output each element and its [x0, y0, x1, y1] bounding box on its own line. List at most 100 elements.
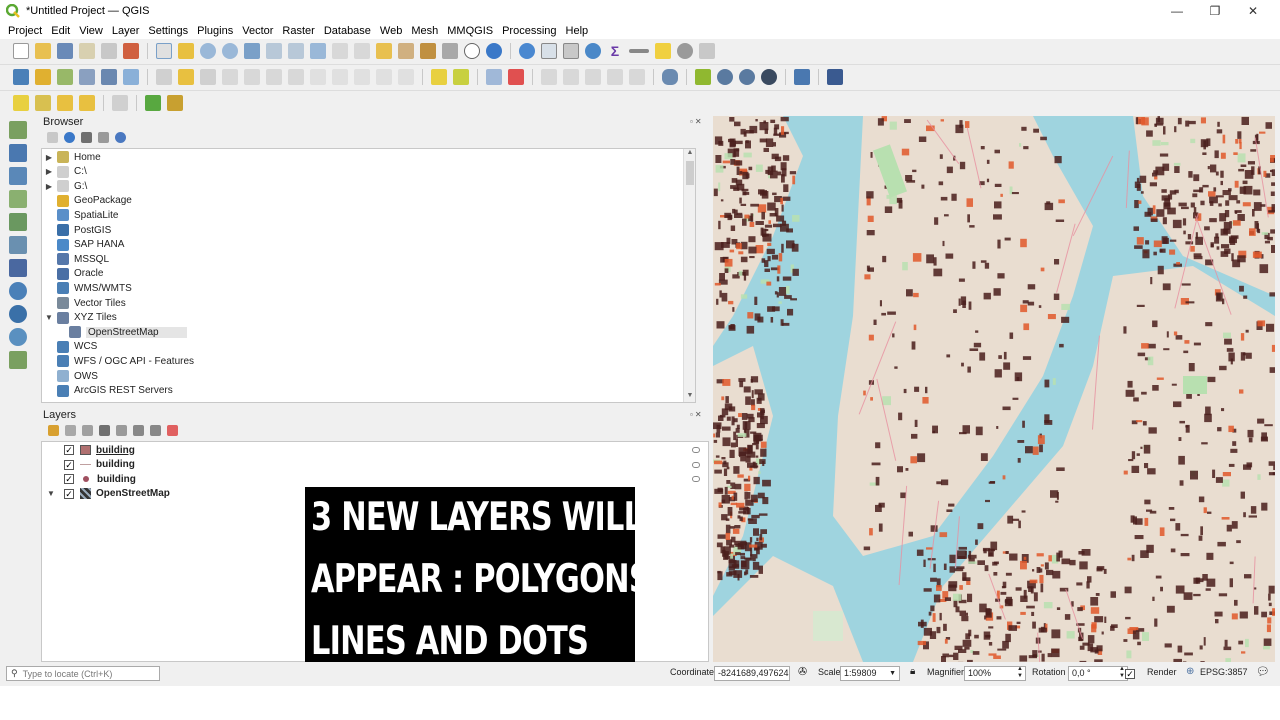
pin-labels-icon[interactable]	[541, 69, 557, 85]
collapsed-arrow-icon[interactable]: ▶	[44, 182, 54, 191]
add-postgis-icon[interactable]	[9, 259, 27, 277]
browser-item[interactable]: GeoPackage	[44, 194, 132, 208]
menu-layer[interactable]: Layer	[112, 25, 140, 37]
layer-indicator-icon[interactable]	[692, 461, 700, 468]
grass-triangle-icon[interactable]	[695, 69, 711, 85]
menu-mesh[interactable]: Mesh	[411, 25, 438, 37]
maximize-button[interactable]: ❐	[1196, 0, 1234, 22]
layers-dock-buttons[interactable]: ▫✕	[690, 410, 704, 419]
vertex-tool-icon[interactable]	[244, 69, 260, 85]
browser-item[interactable]: SpatiaLite	[44, 208, 118, 222]
add-delimited-text-icon[interactable]	[9, 190, 27, 208]
pan-hand-icon[interactable]	[156, 43, 172, 59]
menu-edit[interactable]: Edit	[51, 25, 70, 37]
browser-item[interactable]: OpenStreetMap	[56, 325, 187, 339]
locator-search-icon[interactable]	[145, 94, 161, 111]
highlight-label-icon[interactable]	[508, 69, 524, 85]
quickmapservices-icon[interactable]	[761, 69, 777, 85]
menu-plugins[interactable]: Plugins	[197, 25, 233, 37]
collapse-all-icon[interactable]	[98, 132, 109, 143]
browser-tree[interactable]: ▲ ▼ ▶ Home ▶ C:\ ▶ G:\ GeoPackage SpatiaLite Post…	[41, 148, 696, 403]
map-tips-icon[interactable]	[655, 43, 671, 59]
identify-features-icon[interactable]	[519, 43, 535, 59]
open-layer-styling-icon[interactable]	[48, 425, 59, 436]
temporal-controller-icon[interactable]	[464, 43, 480, 59]
style-manager-icon[interactable]	[123, 43, 139, 59]
add-spatialite-icon[interactable]	[9, 236, 27, 254]
add-wcs-icon[interactable]	[9, 305, 27, 323]
new-scratch-layer-icon[interactable]	[101, 69, 117, 85]
zoom-to-layer-icon[interactable]	[288, 43, 304, 59]
text-annotation-icon[interactable]	[699, 43, 715, 59]
browser-item[interactable]: WFS / OGC API - Features	[44, 354, 194, 368]
scale-combobox[interactable]: 1:59809 ▼	[840, 666, 900, 681]
processing-globe-icon[interactable]	[717, 69, 733, 85]
toggle-extents-icon[interactable]: ✇	[798, 665, 807, 678]
layer-visibility-checkbox[interactable]: ✓	[64, 474, 74, 485]
redo-icon[interactable]	[398, 69, 414, 85]
layer-row[interactable]: ✓ building	[42, 472, 708, 486]
browser-item[interactable]: Oracle	[44, 267, 103, 281]
layer-labeling-icon[interactable]	[453, 69, 469, 85]
add-selected-layers-icon[interactable]	[47, 132, 58, 143]
python-console-icon[interactable]	[794, 69, 810, 85]
browser-item[interactable]: ▶ C:\	[44, 165, 87, 179]
browser-item[interactable]: WMS/WMTS	[44, 281, 132, 295]
db-manager-icon[interactable]	[662, 69, 678, 85]
refresh-icon[interactable]	[486, 43, 502, 59]
open-project-icon[interactable]	[35, 43, 51, 59]
menu-help[interactable]: Help	[566, 25, 589, 37]
show-hide-labels-icon[interactable]	[563, 69, 579, 85]
rotate-label-icon[interactable]	[607, 69, 623, 85]
menu-settings[interactable]: Settings	[148, 25, 188, 37]
digitize-icon[interactable]	[222, 69, 238, 85]
menu-project[interactable]: Project	[8, 25, 42, 37]
select-by-value-icon[interactable]	[35, 94, 51, 111]
manage-map-themes-icon[interactable]	[82, 425, 93, 436]
refresh-browser-icon[interactable]	[64, 132, 75, 143]
new-print-layout-icon[interactable]	[79, 43, 95, 59]
attribute-table-icon[interactable]	[541, 43, 557, 59]
layer-row[interactable]: ✓ building	[42, 458, 708, 472]
add-geopackage-icon[interactable]	[9, 213, 27, 231]
coordinate-field[interactable]: -8241689,4976249	[714, 666, 790, 681]
expanded-arrow-icon[interactable]: ▼	[44, 313, 54, 322]
new-map-view-icon[interactable]	[376, 43, 392, 59]
layout-manager-icon[interactable]	[101, 43, 117, 59]
toggle-editing-pencil-icon[interactable]	[178, 69, 194, 85]
save-edits-icon[interactable]	[200, 69, 216, 85]
pan-to-selection-icon[interactable]	[178, 43, 194, 59]
add-group-icon[interactable]	[65, 425, 76, 436]
change-label-icon[interactable]	[629, 69, 645, 85]
save-project-icon[interactable]	[57, 43, 73, 59]
browser-item[interactable]: ▼ XYZ Tiles	[44, 311, 117, 325]
menu-database[interactable]: Database	[324, 25, 371, 37]
layer-visibility-checkbox[interactable]: ✓	[64, 445, 74, 455]
zoom-full-icon[interactable]	[244, 43, 260, 59]
new-shapefile-layer-icon[interactable]	[57, 69, 73, 85]
menu-mmqgis[interactable]: MMQGIS	[447, 25, 493, 37]
help-book-icon[interactable]	[827, 69, 843, 85]
modify-attributes-icon[interactable]	[266, 69, 282, 85]
minimize-button[interactable]: —	[1158, 0, 1196, 22]
menu-vector[interactable]: Vector	[242, 25, 273, 37]
copy-features-icon[interactable]	[332, 69, 348, 85]
collapse-all-layers-icon[interactable]	[150, 425, 161, 436]
zoom-last-icon[interactable]	[332, 43, 348, 59]
browser-item[interactable]: SAP HANA	[44, 238, 124, 252]
paste-features-icon[interactable]	[354, 69, 370, 85]
deselect-all-icon[interactable]	[57, 94, 73, 111]
current-edits-icon[interactable]	[156, 69, 172, 85]
crs-globe-icon[interactable]: ⊕	[1186, 666, 1194, 677]
filter-legend-icon[interactable]	[99, 425, 110, 436]
diagram-icon[interactable]	[486, 69, 502, 85]
zoom-out-icon[interactable]	[222, 43, 238, 59]
new-geopackage-layer-icon[interactable]	[35, 69, 51, 85]
plugin-tool-icon[interactable]	[167, 94, 183, 111]
rotation-spinbox[interactable]: 0,0 ° ▲ ▼	[1068, 666, 1128, 681]
move-feature-icon[interactable]	[112, 94, 128, 111]
expanded-arrow-icon[interactable]: ▼	[46, 489, 56, 498]
new-3d-map-icon[interactable]	[398, 43, 414, 59]
menu-web[interactable]: Web	[380, 25, 402, 37]
lock-scale-icon[interactable]: 🔒︎	[910, 666, 915, 677]
